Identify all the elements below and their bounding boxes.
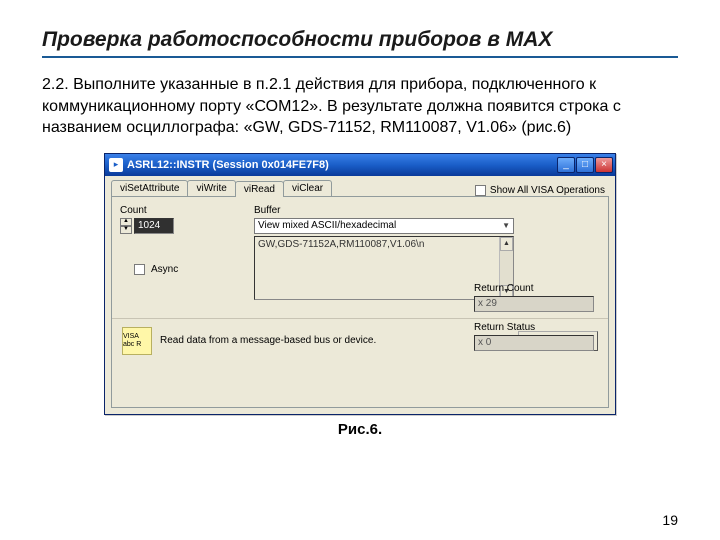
body-text: 2.2. Выполните указанные в п.2.1 действи… <box>42 74 678 139</box>
tab-viwrite[interactable]: viWrite <box>187 180 235 196</box>
show-all-checkbox[interactable] <box>475 185 486 196</box>
tab-strip: viSetAttribute viWrite viRead viClear Sh… <box>105 176 615 196</box>
return-status-label: Return Status <box>474 322 594 333</box>
show-all-visa[interactable]: Show All VISA Operations <box>475 185 609 196</box>
window-titlebar: ▸ ASRL12::INSTR (Session 0x014FE7F8) _ □… <box>105 154 615 176</box>
chevron-down-icon: ▼ <box>502 221 510 230</box>
count-spin-up[interactable]: ▲ <box>120 218 132 226</box>
async-label: Async <box>151 264 178 275</box>
tab-visetattribute[interactable]: viSetAttribute <box>111 180 188 196</box>
tab-panel: Count ▲ ▼ Async <box>111 196 609 408</box>
count-spin-down[interactable]: ▼ <box>120 226 132 234</box>
window-title: ASRL12::INSTR (Session 0x014FE7F8) <box>127 159 557 171</box>
scroll-up[interactable]: ▲ <box>500 237 513 251</box>
figure-caption: Рис.6. <box>42 421 678 438</box>
title-underline <box>42 56 678 58</box>
async-option[interactable]: Async <box>134 264 240 275</box>
count-label: Count <box>120 205 240 216</box>
count-input[interactable] <box>134 218 174 234</box>
screenshot-dialog: ▸ ASRL12::INSTR (Session 0x014FE7F8) _ □… <box>104 153 616 415</box>
footer-text: Read data from a message-based bus or de… <box>160 335 510 346</box>
visa-icon: VISA abc R <box>122 327 152 355</box>
slide-title: Проверка работоспособности приборов в МА… <box>42 28 678 52</box>
return-count-label: Return Count <box>474 283 594 294</box>
buffer-label: Buffer <box>254 205 600 216</box>
return-status-value: x 0 <box>474 335 594 351</box>
page-number: 19 <box>662 512 678 528</box>
maximize-button[interactable]: □ <box>576 157 594 173</box>
minimize-button[interactable]: _ <box>557 157 575 173</box>
show-all-label: Show All VISA Operations <box>490 185 605 196</box>
tab-viclear[interactable]: viClear <box>283 180 332 196</box>
app-icon: ▸ <box>109 158 123 172</box>
async-checkbox[interactable] <box>134 264 145 275</box>
close-button[interactable]: × <box>595 157 613 173</box>
tab-viread[interactable]: viRead <box>235 181 284 197</box>
buffer-mode-select[interactable]: View mixed ASCII/hexadecimal ▼ <box>254 218 514 234</box>
buffer-content: GW,GDS-71152A,RM110087,V1.06\n <box>258 239 424 250</box>
return-count-value: x 29 <box>474 296 594 312</box>
buffer-mode-value: View mixed ASCII/hexadecimal <box>258 220 396 231</box>
